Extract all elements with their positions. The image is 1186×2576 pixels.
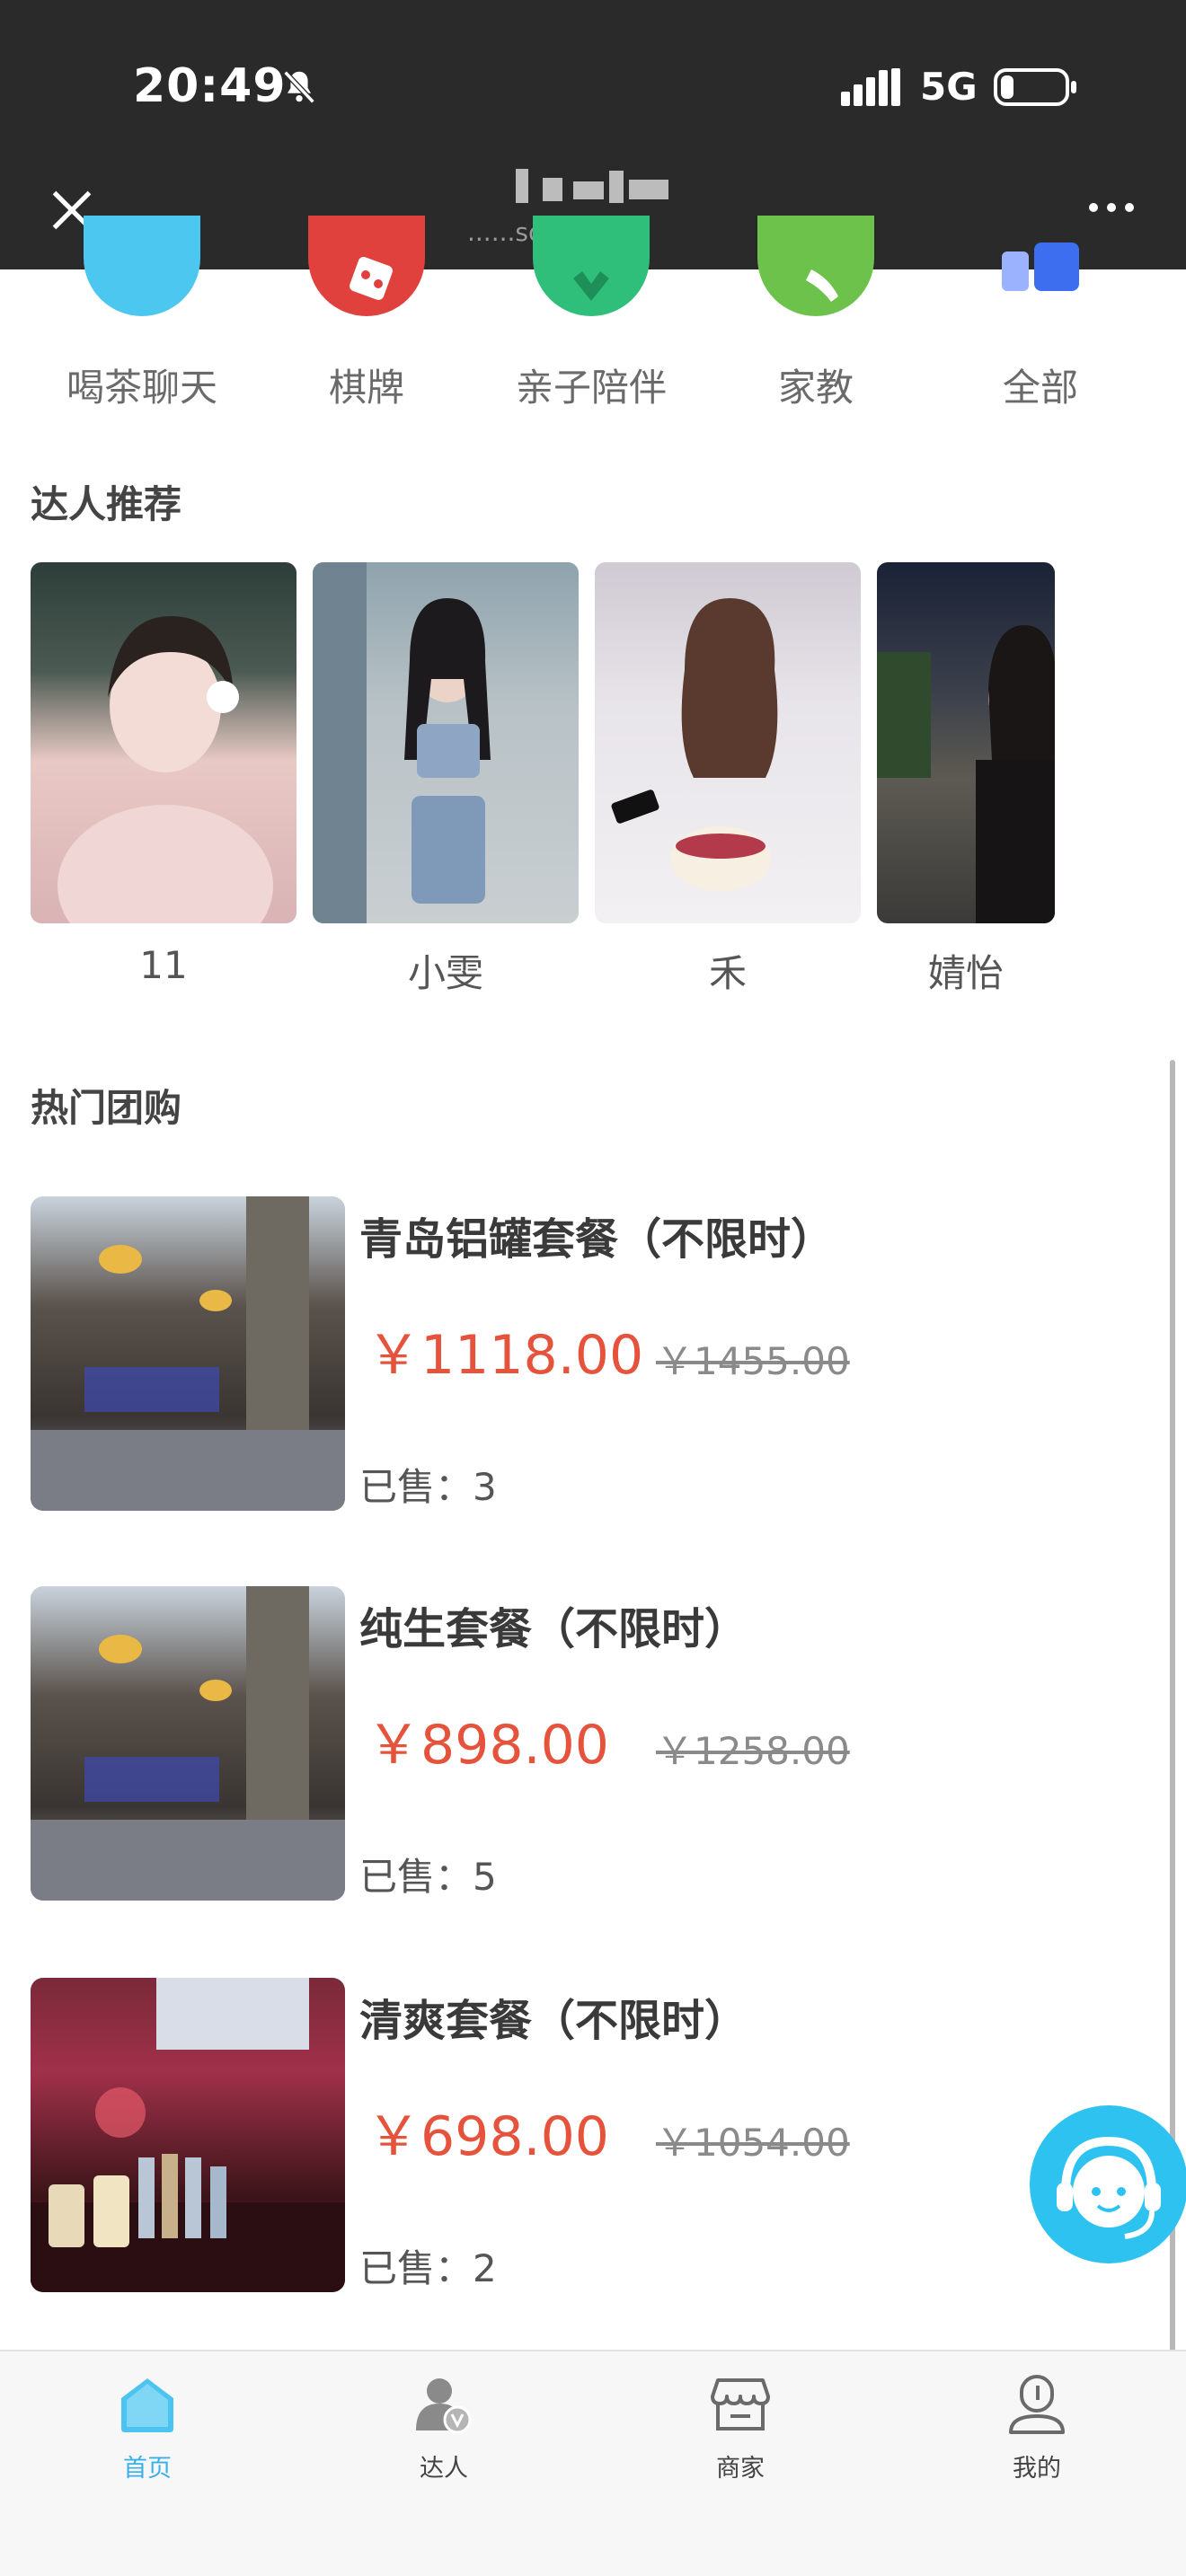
category-label: 家教: [777, 366, 854, 410]
deal-original-price: ￥1258.00: [656, 1729, 850, 1773]
profile-icon: [1009, 2375, 1065, 2434]
tab-shop[interactable]: 商家: [651, 2373, 830, 2483]
deal-sold-count: 已售：5: [359, 1855, 497, 1899]
deal-title: 青岛铝罐套餐（不限时）: [359, 1214, 835, 1265]
tab-label: 达人: [420, 2455, 468, 2483]
category-label: 全部: [1002, 366, 1078, 410]
bell-muted-icon: [283, 70, 315, 104]
talent-card[interactable]: 婧怡: [877, 562, 1055, 993]
tab-label: 我的: [1013, 2455, 1061, 2483]
talent-icon: [416, 2378, 472, 2434]
talent-card[interactable]: 禾: [595, 562, 861, 993]
deal-title: 清爽套餐（不限时）: [359, 1996, 748, 2046]
deal-title: 纯生套餐（不限时）: [359, 1604, 748, 1654]
deal-price: ￥698.00: [367, 2105, 609, 2168]
deal-item[interactable]: 清爽套餐（不限时） ￥698.00 ￥1054.00 已售：2: [31, 1978, 1145, 2292]
tab-bar: 首页 达人 商家 我的: [0, 2350, 1186, 2576]
deal-image: [31, 1586, 345, 1901]
talent-name: 婧怡: [927, 951, 1004, 993]
home-icon: [121, 2378, 173, 2432]
more-icon[interactable]: [1087, 201, 1136, 214]
category-row: 喝茶聊天 棋牌 亲子陪伴 家教 全部: [0, 216, 1186, 413]
customer-service-button[interactable]: [1030, 2105, 1186, 2263]
talent-name: 11: [139, 943, 188, 987]
family-icon: [533, 216, 650, 316]
deal-item[interactable]: 纯生套餐（不限时） ￥898.00 ￥1258.00 已售：5: [31, 1586, 1145, 1901]
battery-icon: [994, 68, 1076, 106]
deal-price: ￥1118.00: [367, 1324, 644, 1387]
talent-photo: [313, 562, 579, 923]
talent-name: 小雯: [407, 951, 483, 993]
talent-card[interactable]: 11: [31, 562, 296, 987]
deal-original-price: ￥1054.00: [656, 2121, 850, 2165]
tab-talent[interactable]: 达人: [354, 2373, 534, 2483]
network-type: 5G: [920, 65, 978, 109]
deal-image: [31, 1978, 345, 2292]
talent-section-title: 达人推荐: [31, 482, 182, 526]
talent-photo: [877, 562, 1055, 923]
all-icon: [982, 216, 1099, 316]
deals-section-title: 热门团购: [31, 1086, 182, 1130]
status-time: 20:49: [133, 59, 287, 113]
tab-profile[interactable]: 我的: [947, 2373, 1127, 2483]
talent-carousel[interactable]: 11 小雯 禾 婧怡: [31, 562, 1055, 993]
category-label: 棋牌: [328, 366, 404, 410]
tutor-icon: [757, 216, 874, 316]
shop-icon: [711, 2378, 770, 2430]
page-title-redacted: [503, 169, 683, 208]
talent-photo: [31, 562, 296, 923]
category-label: 亲子陪伴: [515, 366, 667, 410]
deal-original-price: ￥1455.00: [656, 1339, 850, 1383]
deal-sold-count: 已售：2: [359, 2246, 497, 2290]
headset-icon: [1057, 2136, 1161, 2239]
category-label: 喝茶聊天: [66, 366, 217, 410]
talent-card[interactable]: 小雯: [313, 562, 579, 993]
tab-label: 商家: [716, 2455, 765, 2483]
deal-price: ￥898.00: [367, 1714, 609, 1777]
talent-name: 禾: [708, 951, 747, 993]
deal-image: [31, 1196, 345, 1511]
tab-home[interactable]: 首页: [58, 2373, 237, 2483]
deal-sold-count: 已售：3: [359, 1465, 497, 1509]
talent-photo: [595, 562, 861, 923]
signal-icon: [841, 68, 900, 106]
cards-icon: [308, 216, 425, 316]
deal-item[interactable]: 青岛铝罐套餐（不限时） ￥1118.00 ￥1455.00 已售：3: [31, 1196, 1145, 1511]
tab-label: 首页: [123, 2455, 172, 2483]
tea-icon: [84, 216, 200, 316]
